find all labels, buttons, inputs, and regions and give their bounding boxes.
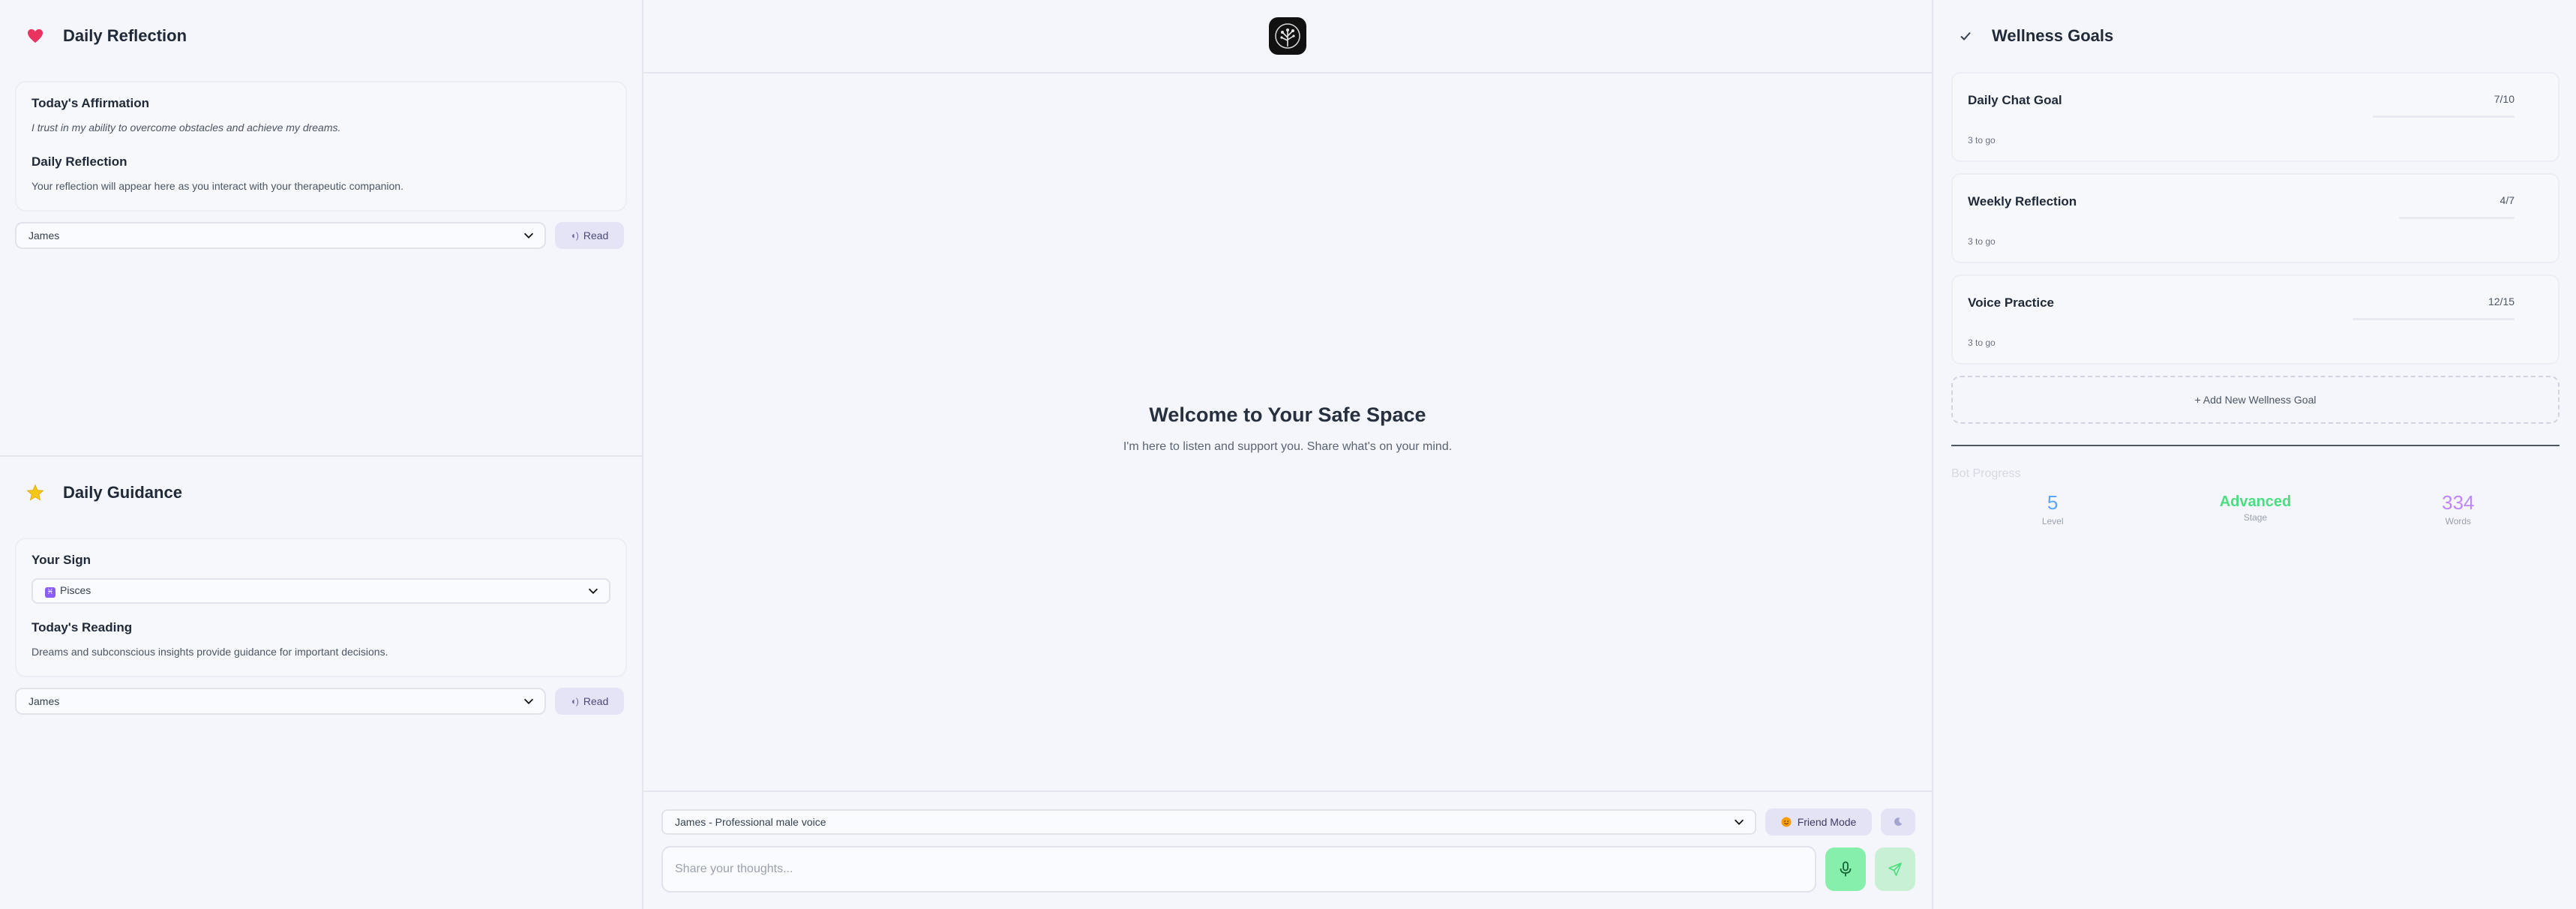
speaker-icon: ◖) xyxy=(570,230,579,241)
chat-voice-select[interactable]: James - Professional male voice xyxy=(661,809,1756,835)
friend-face-icon xyxy=(1781,817,1792,827)
goal-remaining: 3 to go xyxy=(1968,236,1996,247)
chevron-down-icon xyxy=(523,232,534,238)
goal-name: Voice Practice xyxy=(1968,296,2054,310)
goal-count: 4/7 xyxy=(2500,194,2515,206)
section-divider xyxy=(1951,445,2560,446)
composer-controls: James - Professional male voice Friend M… xyxy=(661,808,1915,836)
message-input[interactable] xyxy=(661,846,1816,892)
daily-guidance-title: Daily Guidance xyxy=(63,483,182,502)
checkmark-icon xyxy=(1960,32,1971,40)
pisces-icon: ♓ xyxy=(45,587,55,598)
words-value: 334 xyxy=(2442,491,2475,514)
level-label: Level xyxy=(2041,516,2064,526)
app-logo xyxy=(1269,17,1306,55)
reflection-voice-value: James xyxy=(28,230,60,242)
zodiac-sign-value: ♓ Pisces xyxy=(45,584,91,598)
reflection-read-button[interactable]: ◖) Read xyxy=(555,222,624,249)
send-icon xyxy=(1888,862,1902,876)
message-composer: James - Professional male voice Friend M… xyxy=(643,790,1932,909)
microphone-button[interactable] xyxy=(1825,848,1866,891)
chat-voice-value: James - Professional male voice xyxy=(675,816,826,828)
reflection-card: Today's Affirmation I trust in my abilit… xyxy=(15,81,627,212)
goal-name: Daily Chat Goal xyxy=(1968,93,2062,107)
zodiac-sign-select[interactable]: ♓ Pisces xyxy=(31,578,610,604)
affirmation-heading: Today's Affirmation xyxy=(31,96,150,110)
goal-count: 7/10 xyxy=(2494,93,2515,105)
welcome-subtitle: I'm here to listen and support you. Shar… xyxy=(1123,440,1453,453)
brain-tree-icon xyxy=(1275,23,1300,49)
reading-heading: Today's Reading xyxy=(31,620,133,634)
words-label: Words xyxy=(2445,516,2472,526)
level-value: 5 xyxy=(2047,491,2059,514)
welcome-message: Welcome to Your Safe Space I'm here to l… xyxy=(643,404,1932,454)
guidance-voice-value: James xyxy=(28,695,60,707)
wellness-sidebar: Wellness Goals Daily Chat Goal 7/10 3 to… xyxy=(1933,0,2576,909)
moon-icon xyxy=(1894,818,1903,826)
goal-card: Daily Chat Goal 7/10 3 to go xyxy=(1951,72,2560,162)
reflection-voice-row: James ◖) Read xyxy=(15,222,624,249)
send-button[interactable] xyxy=(1875,848,1915,891)
stage-stat: Advanced Stage xyxy=(2180,491,2330,526)
bot-progress-title: Bot Progress xyxy=(1951,467,2021,480)
daily-reflection-header: Daily Reflection xyxy=(0,0,642,72)
sign-heading: Your Sign xyxy=(31,553,91,567)
goal-remaining: 3 to go xyxy=(1968,338,1996,348)
microphone-icon xyxy=(1840,861,1852,877)
guidance-card: Your Sign ♓ Pisces Today's Reading Dreams… xyxy=(15,538,627,677)
daily-reflection-title: Daily Reflection xyxy=(63,26,187,45)
reflection-voice-select[interactable]: James xyxy=(15,222,546,249)
reflection-read-label: Read xyxy=(583,230,609,242)
guidance-voice-select[interactable]: James xyxy=(15,688,546,715)
goal-count: 12/15 xyxy=(2488,296,2515,308)
goal-name: Weekly Reflection xyxy=(1968,194,2077,208)
goal-progress-bar xyxy=(2399,217,2515,219)
reflection-text: Your reflection will appear here as you … xyxy=(31,180,403,192)
heart-icon xyxy=(24,25,46,47)
daily-guidance-header: Daily Guidance xyxy=(0,457,642,529)
goal-card: Voice Practice 12/15 3 to go xyxy=(1951,274,2560,364)
guidance-voice-row: James ◖) Read xyxy=(15,688,624,715)
goal-list: Daily Chat Goal 7/10 3 to go Weekly Refl… xyxy=(1933,72,2576,364)
words-stat: 334 Words xyxy=(2383,491,2533,526)
level-stat: 5 Level xyxy=(1978,491,2128,526)
reflection-heading: Daily Reflection xyxy=(31,154,127,169)
stage-value: Advanced xyxy=(2219,494,2292,510)
goal-progress-bar xyxy=(2373,116,2515,118)
affirmation-text: I trust in my ability to overcome obstac… xyxy=(31,122,341,134)
welcome-title: Welcome to Your Safe Space xyxy=(1149,404,1426,426)
star-icon xyxy=(24,482,46,504)
speaker-icon: ◖) xyxy=(570,696,579,706)
goal-progress-bar xyxy=(2353,318,2515,320)
wellness-goals-title: Wellness Goals xyxy=(1992,26,2114,45)
zodiac-sign-label: Pisces xyxy=(60,584,91,596)
chevron-down-icon xyxy=(588,588,598,594)
composer-input-row xyxy=(661,846,1915,892)
wellness-goals-header: Wellness Goals xyxy=(1933,0,2576,72)
guidance-read-label: Read xyxy=(583,695,609,707)
daily-reflection-panel: Daily Reflection Today's Affirmation I t… xyxy=(0,0,642,455)
add-goal-button[interactable]: + Add New Wellness Goal xyxy=(1951,376,2560,424)
chat-header xyxy=(643,0,1932,74)
goal-card: Weekly Reflection 4/7 3 to go xyxy=(1951,173,2560,263)
theme-toggle-button[interactable] xyxy=(1881,808,1915,836)
guidance-read-button[interactable]: ◖) Read xyxy=(555,688,624,715)
friend-mode-button[interactable]: Friend Mode xyxy=(1765,808,1872,836)
chat-area: Welcome to Your Safe Space I'm here to l… xyxy=(643,0,1933,909)
friend-mode-label: Friend Mode xyxy=(1797,816,1857,828)
stage-label: Stage xyxy=(2243,512,2268,523)
chevron-down-icon xyxy=(1734,819,1744,825)
reading-text: Dreams and subconscious insights provide… xyxy=(31,646,388,658)
daily-guidance-panel: Daily Guidance Your Sign ♓ Pisces Today's… xyxy=(0,455,642,909)
bot-progress-stats: 5 Level Advanced Stage 334 Words xyxy=(1951,491,2560,526)
chevron-down-icon xyxy=(523,698,534,704)
goal-remaining: 3 to go xyxy=(1968,135,1996,146)
left-sidebar: Daily Reflection Today's Affirmation I t… xyxy=(0,0,643,909)
